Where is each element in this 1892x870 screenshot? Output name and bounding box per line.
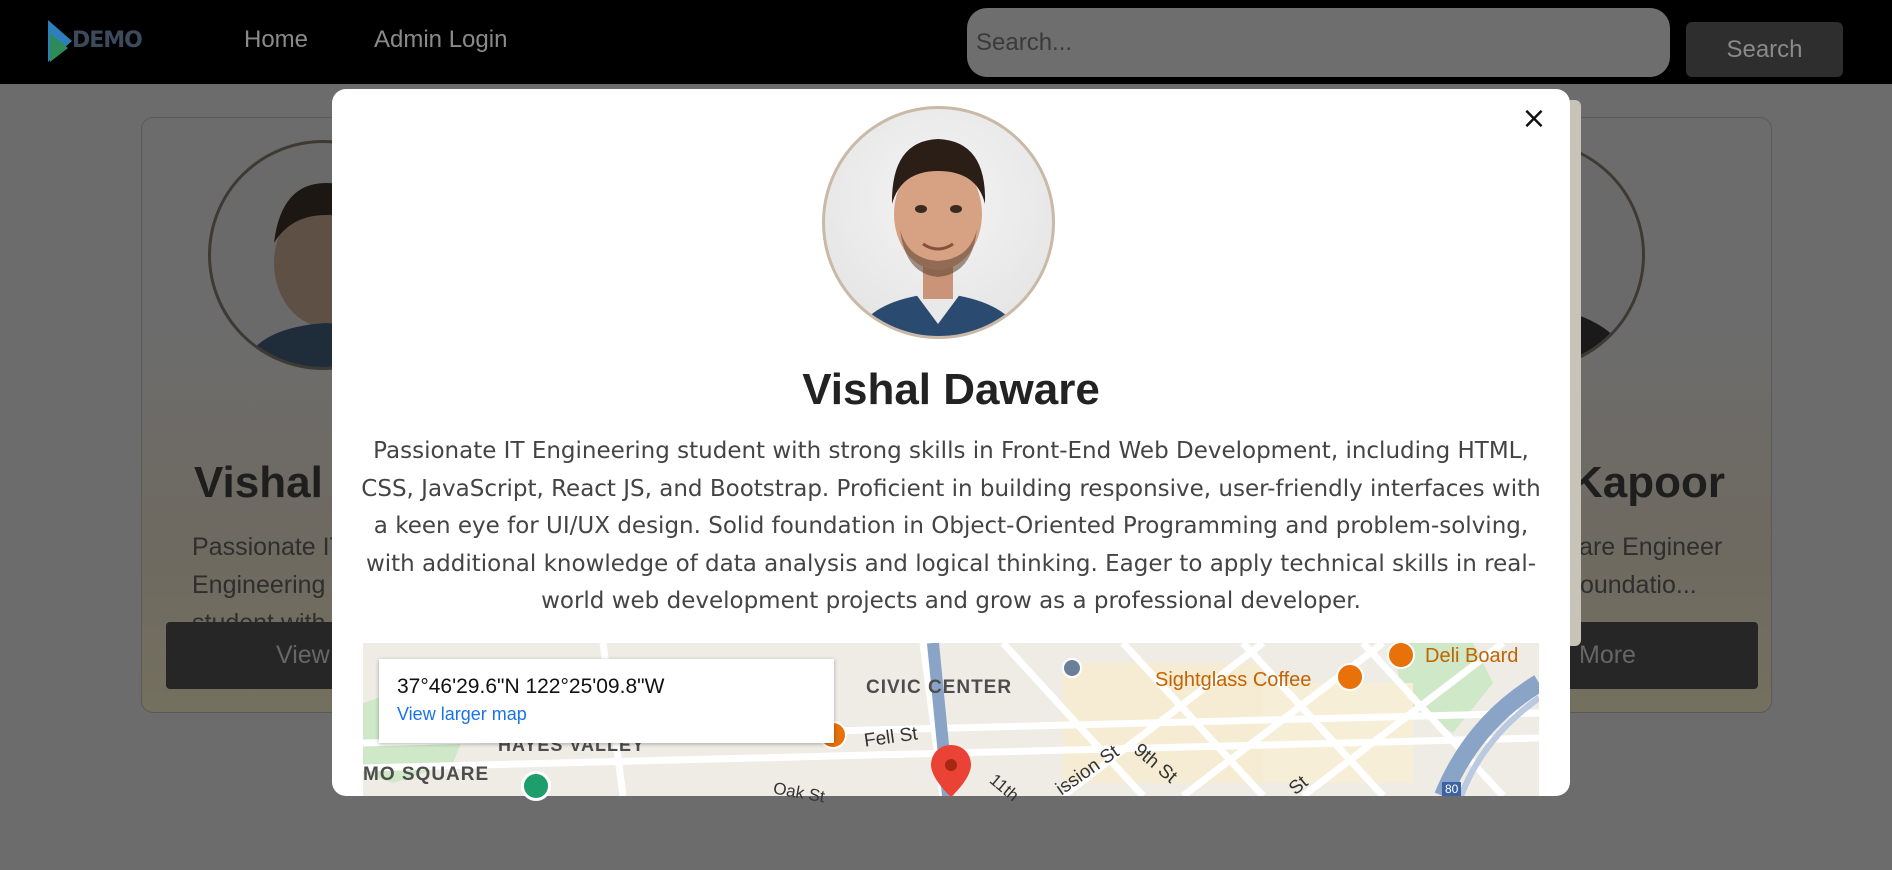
card-desc-line: ware Engineer (1561, 533, 1723, 561)
logo-triangle-accent-icon (50, 34, 68, 62)
nav-admin-login-link[interactable]: Admin Login (374, 26, 507, 54)
view-more-label: More (1579, 641, 1636, 669)
map-label-sightglass-coffee[interactable]: Sightglass Coffee (1155, 669, 1311, 692)
nav-home-link[interactable]: Home (244, 26, 308, 54)
coffee-icon[interactable] (1336, 663, 1364, 691)
close-icon[interactable]: × (1519, 104, 1549, 134)
modal-profile-name: Vishal Daware (802, 365, 1100, 414)
modal-scrollbar[interactable] (1570, 100, 1581, 646)
map-pin-icon (931, 745, 971, 797)
park-icon[interactable] (521, 771, 551, 801)
map-label-civic-center: CIVIC CENTER (866, 677, 1013, 698)
logo[interactable]: DEMO (48, 20, 143, 62)
modal-profile-description: Passionate IT Engineering student with s… (361, 438, 1541, 614)
view-larger-map-link[interactable]: View larger map (397, 704, 527, 725)
card-name: Kapoor (1571, 458, 1725, 507)
restaurant-icon[interactable] (1387, 641, 1415, 669)
map-label-mo-square: MO SQUARE (363, 764, 490, 785)
highway-80-shield: 80 (1442, 782, 1462, 796)
transit-icon[interactable] (1062, 658, 1082, 678)
modal-avatar (822, 106, 1055, 339)
card-desc-line: foundatio... (1573, 571, 1697, 599)
logo-text: DEMO (72, 28, 143, 53)
map-info-window (379, 659, 834, 743)
card-description: ware Engineer foundatio... (1561, 528, 1771, 604)
search-input[interactable] (967, 8, 1670, 77)
navbar: DEMO Home Admin Login Search (0, 0, 1892, 84)
map-coordinates: 37°46'29.6"N 122°25'09.8"W (397, 675, 665, 698)
search-button[interactable]: Search (1686, 22, 1843, 77)
map-label-deli-board[interactable]: Deli Board (1425, 645, 1518, 668)
